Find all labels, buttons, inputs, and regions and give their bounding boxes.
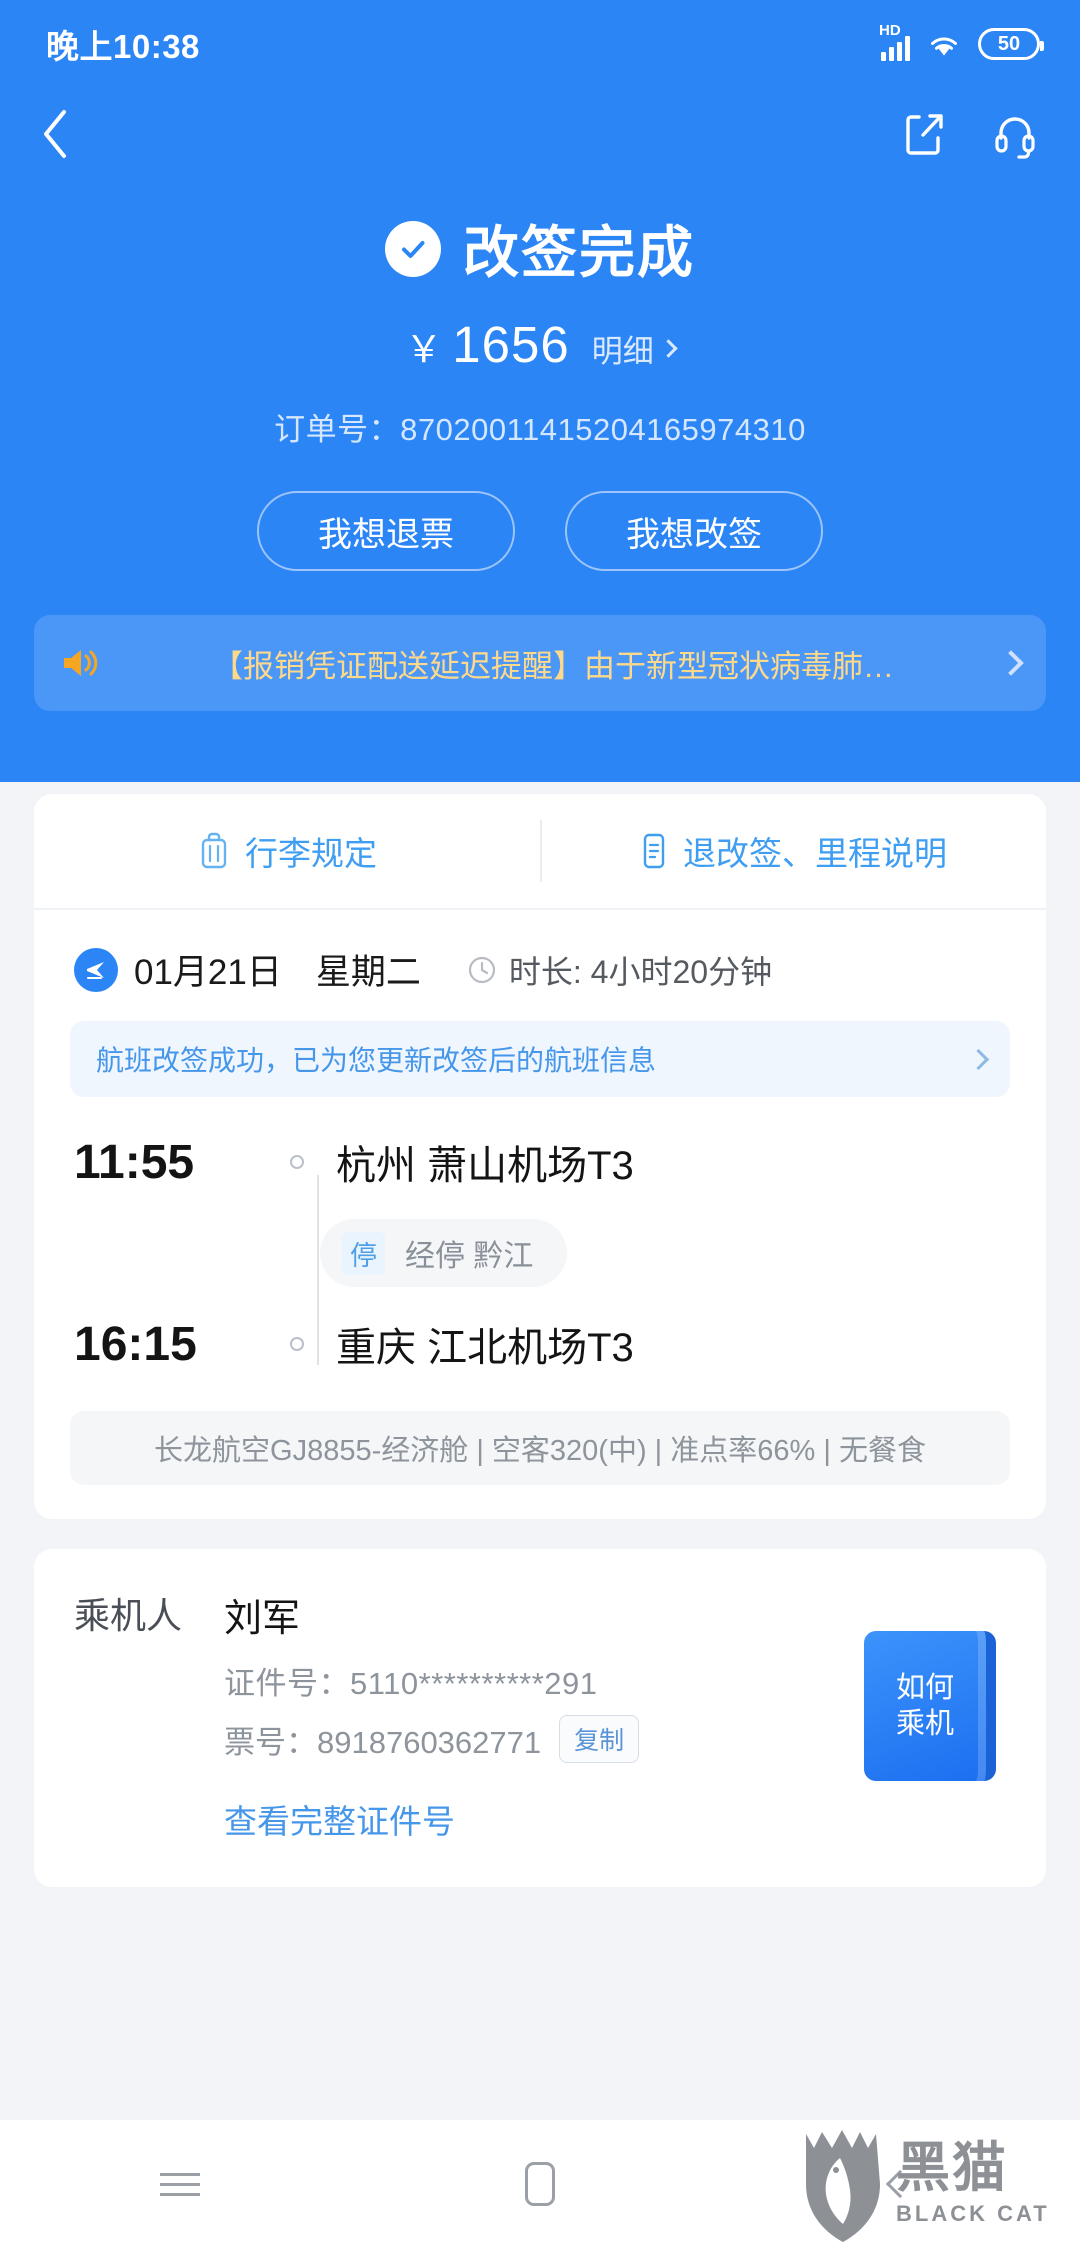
flight-date-row: 01月21日 星期二 时长: 4小时20分钟	[34, 910, 1046, 995]
passenger-card: 乘机人 刘军 证件号：5110**********291 票号：89187603…	[34, 1549, 1046, 1887]
hd-label: HD	[879, 22, 901, 39]
copy-ticket-button[interactable]: 复制	[559, 1715, 640, 1763]
stopover-text: 经停 黔江	[405, 1240, 534, 1273]
back-chevron-icon	[885, 2169, 915, 2199]
flight-duration: 时长: 4小时20分钟	[467, 947, 772, 993]
change-success-text: 航班改签成功，已为您更新改签后的航班信息	[96, 1045, 657, 1076]
flight-weekday: 星期二	[315, 953, 421, 992]
chevron-right-icon	[998, 650, 1024, 676]
info-tabs: 行李规定 退改签、里程说明	[34, 794, 1046, 910]
tab-label: 行李规定	[245, 835, 377, 872]
chevron-right-icon	[967, 1048, 990, 1070]
document-icon	[643, 833, 665, 869]
hero-section: 改签完成 ￥ 1656 明细 订单号：870200114152041659743…	[0, 180, 1080, 711]
price-detail-label: 明细	[591, 334, 654, 369]
nav-recents-button[interactable]	[0, 2166, 360, 2203]
change-ticket-button[interactable]: 我想改签	[565, 491, 823, 571]
hd-signal-icon: HD	[879, 23, 910, 61]
tab-label: 退改签、里程说明	[683, 835, 947, 872]
home-icon	[525, 2162, 555, 2206]
notice-text: 【报销凭证配送延迟提醒】由于新型冠状病毒肺…	[212, 648, 894, 684]
plane-icon	[74, 947, 118, 992]
share-icon[interactable]	[902, 108, 948, 160]
arrival-dot-icon	[274, 1337, 320, 1351]
clock-icon	[468, 956, 495, 983]
wifi-icon	[931, 37, 957, 56]
battery-level: 50	[997, 32, 1021, 55]
arrival-airport: 重庆 江北机场T3	[336, 1326, 634, 1370]
how-to-board-line2: 乘机	[895, 1708, 954, 1740]
how-to-board-button[interactable]: 如何 乘机	[864, 1631, 996, 1781]
top-nav	[0, 88, 1080, 180]
itinerary: 11:55 杭州 萧山机场T3 停 经停 黔江 16:15 重庆 江北机场T3	[34, 1097, 1046, 1385]
price-amount: 1656	[452, 316, 570, 373]
hero-title-row: 改签完成	[0, 208, 1080, 289]
refund-button[interactable]: 我想退票	[257, 491, 515, 571]
currency-symbol: ￥	[405, 329, 443, 370]
status-bar: 晚上10:38 HD 50	[0, 0, 1080, 88]
top-nav-actions	[902, 108, 1038, 160]
price-row: ￥ 1656 明细	[0, 315, 1080, 374]
hamburger-icon	[160, 2166, 200, 2203]
view-full-id-link[interactable]: 查看完整证件号	[224, 1795, 1006, 1843]
stopover-chip: 停 经停 黔江	[320, 1219, 568, 1287]
headset-icon[interactable]	[992, 108, 1038, 160]
watermark-en: BLACK CAT	[896, 2201, 1050, 2226]
departure-time: 11:55	[74, 1135, 195, 1189]
app-screen: 晚上10:38 HD 50 改签完成 ￥ 1656 明细 订单号：8702001…	[0, 0, 1080, 2248]
departure-leg: 11:55 杭州 萧山机场T3	[74, 1121, 1006, 1203]
departure-dot-icon	[274, 1155, 320, 1169]
check-circle-icon	[385, 220, 441, 277]
status-icons: HD 50	[879, 23, 1044, 61]
airline-info: 长龙航空GJ8855-经济舱 | 空客320(中) | 准点率66% | 无餐食	[70, 1411, 1010, 1485]
flight-duration-text: 时长: 4小时20分钟	[508, 953, 773, 990]
page-title: 改签完成	[463, 221, 695, 284]
content-area: 行李规定 退改签、里程说明 01月21日 星期二 时长: 4小时20分钟 航班改…	[0, 782, 1080, 2248]
chevron-right-icon	[659, 339, 678, 358]
how-to-board-line1: 如何	[895, 1671, 954, 1704]
luggage-icon	[201, 832, 227, 869]
arrival-time: 16:15	[74, 1317, 197, 1371]
flight-date: 01月21日	[134, 953, 282, 992]
tab-refund-change-mileage[interactable]: 退改签、里程说明	[540, 794, 1046, 908]
nav-home-button[interactable]	[360, 2162, 720, 2206]
stopover-row: 停 经停 黔江	[74, 1203, 1006, 1303]
arrival-leg: 16:15 重庆 江北机场T3	[74, 1303, 1006, 1385]
back-chevron-icon[interactable]	[40, 108, 70, 160]
battery-icon: 50	[978, 28, 1044, 60]
stopover-badge: 停	[342, 1231, 385, 1275]
status-time: 晚上10:38	[46, 28, 200, 65]
system-navigation-bar: 黑猫 BLACK CAT	[0, 2120, 1080, 2248]
speaker-icon	[64, 650, 98, 676]
notice-banner[interactable]: 【报销凭证配送延迟提醒】由于新型冠状病毒肺…	[34, 615, 1046, 711]
flight-card: 行李规定 退改签、里程说明 01月21日 星期二 时长: 4小时20分钟 航班改…	[34, 794, 1046, 1519]
tab-baggage-rules[interactable]: 行李规定	[34, 794, 540, 908]
hero-actions: 我想退票 我想改签	[0, 491, 1080, 571]
departure-airport: 杭州 萧山机场T3	[336, 1144, 634, 1188]
price-detail-link[interactable]: 明细	[591, 326, 678, 371]
order-number: 订单号：87020011415204165974310	[274, 412, 806, 447]
change-success-notice[interactable]: 航班改签成功，已为您更新改签后的航班信息	[70, 1021, 1010, 1097]
nav-back-button[interactable]	[720, 2169, 1080, 2199]
passenger-section-label: 乘机人	[74, 1595, 183, 1636]
passenger-ticket-number: 票号：8918760362771	[224, 1724, 542, 1760]
